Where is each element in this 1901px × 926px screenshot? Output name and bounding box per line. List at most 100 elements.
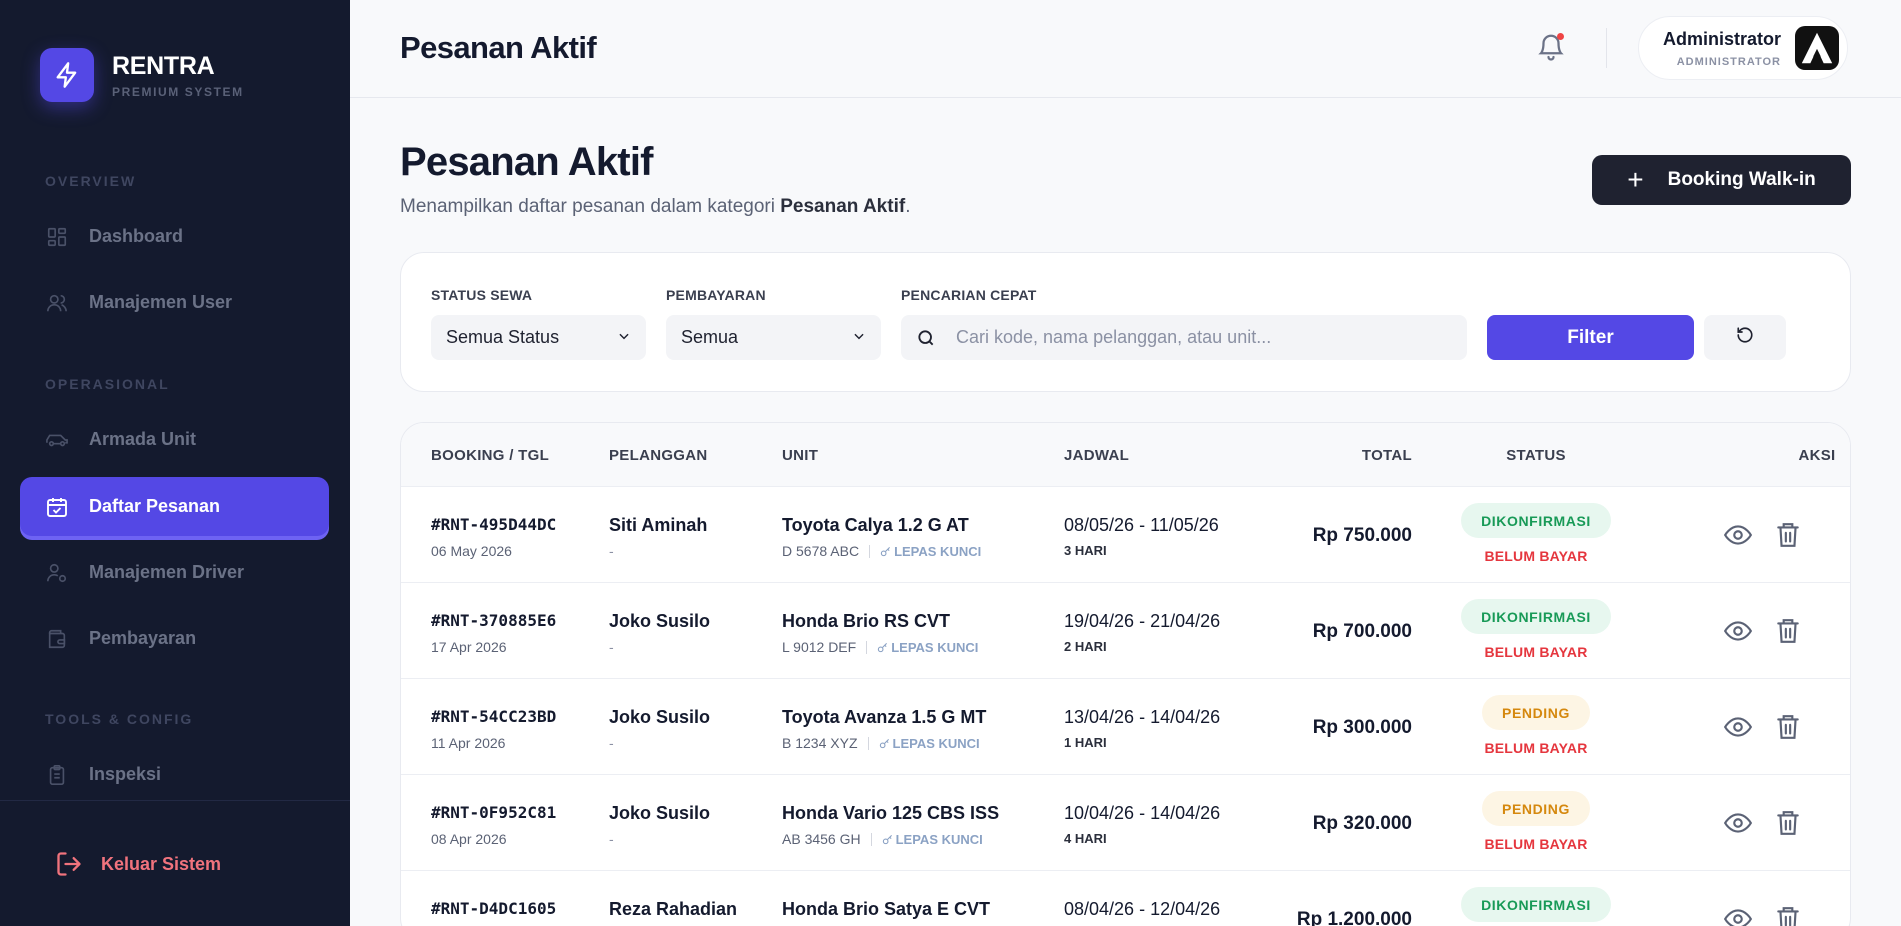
view-eye-icon[interactable] [1723, 907, 1753, 926]
customer-name: Siti Aminah [609, 515, 708, 535]
key-icon [880, 546, 894, 557]
payment-status: BELUM BAYAR [1484, 644, 1588, 660]
user-profile[interactable]: Administrator ADMINISTRATOR [1638, 16, 1848, 80]
booking-code[interactable]: #RNT-54CC23BD [431, 707, 556, 726]
filter-panel: STATUS SEWA Semua Status PEMBAYARAN Semu… [400, 252, 1851, 392]
table-row[interactable]: #RNT-54CC23BD 11 Apr 2026 Joko Susilo - Toyo… [401, 679, 1850, 775]
delete-trash-icon[interactable] [1775, 521, 1801, 549]
page-title: Pesanan Aktif [400, 140, 653, 184]
order-total: Rp 1.200.000 [1296, 909, 1412, 926]
customer-sub: - [609, 831, 614, 847]
status-cell: DIKONFIRMASI [1431, 887, 1641, 922]
section-operasional: OPERASIONAL [45, 376, 170, 392]
delete-trash-icon[interactable] [1775, 713, 1801, 741]
status-badge: PENDING [1482, 791, 1590, 826]
calendar-check-icon [45, 495, 69, 519]
lightning-icon [40, 48, 94, 102]
unit-details: L 9012 DEF LEPAS KUNCI [782, 639, 978, 655]
status-select[interactable]: Semua Status [431, 315, 646, 360]
separator [866, 640, 868, 654]
unit-name: Toyota Avanza 1.5 G MT [782, 707, 987, 727]
table-row[interactable]: #RNT-0F952C81 08 Apr 2026 Joko Susilo - Hond… [401, 775, 1850, 871]
status-badge: PENDING [1482, 695, 1590, 730]
sidebar-item-users[interactable]: Manajemen User [20, 273, 329, 332]
chevron-down-icon [617, 327, 631, 348]
unit-name: Honda Brio RS CVT [782, 611, 951, 631]
status-cell: PENDING BELUM BAYAR [1431, 695, 1641, 756]
customer-name: Joko Susilo [609, 803, 711, 823]
rental-days: 3 HARI [1064, 543, 1107, 558]
schedule-range: 08/04/26 - 12/04/26 [1064, 899, 1221, 919]
status-select-value: Semua Status [446, 327, 560, 347]
sidebar-item-label: Inspeksi [89, 764, 162, 784]
avatar [1795, 26, 1839, 70]
sidebar-item-label: Armada Unit [89, 429, 197, 449]
view-eye-icon[interactable] [1723, 811, 1753, 835]
delete-trash-icon[interactable] [1775, 905, 1801, 926]
col-aksi: AKSI [1798, 447, 1836, 464]
brand-name: RENTRA [112, 51, 215, 80]
booking-code[interactable]: #RNT-0F952C81 [431, 803, 556, 822]
view-eye-icon[interactable] [1723, 523, 1753, 547]
sidebar: RENTRA PREMIUM SYSTEM OVERVIEW Dashboard… [0, 0, 350, 926]
delete-trash-icon[interactable] [1775, 617, 1801, 645]
key-icon [882, 834, 896, 845]
section-tools: TOOLS & CONFIG [45, 711, 194, 727]
unit-details: D 5678 ABC LEPAS KUNCI [782, 543, 981, 559]
brand[interactable]: RENTRA PREMIUM SYSTEM [40, 48, 244, 102]
rental-days: 1 HARI [1064, 735, 1107, 750]
order-total: Rp 700.000 [1312, 621, 1412, 642]
reset-button[interactable] [1704, 315, 1786, 360]
notification-bell-icon[interactable] [1536, 32, 1566, 62]
table-header: BOOKING / TGL PELANGGAN UNIT JADWAL TOTA… [401, 423, 1850, 487]
rental-days: 2 HARI [1064, 639, 1107, 654]
user-role: ADMINISTRATOR [1676, 55, 1781, 68]
sidebar-item-driver[interactable]: Manajemen Driver [20, 543, 329, 602]
booking-walkin-button[interactable]: + Booking Walk-in [1592, 155, 1851, 205]
sidebar-item-armada[interactable]: Armada Unit [20, 410, 329, 469]
status-filter-label: STATUS SEWA [431, 287, 533, 303]
booking-date: 06 May 2026 [431, 543, 512, 559]
booking-code[interactable]: #RNT-D4DC1605 [431, 899, 556, 918]
wallet-icon [45, 627, 69, 651]
view-eye-icon[interactable] [1723, 619, 1753, 643]
delete-trash-icon[interactable] [1775, 809, 1801, 837]
table-row[interactable]: #RNT-370885E6 17 Apr 2026 Joko Susilo - Hond… [401, 583, 1850, 679]
car-icon [45, 428, 69, 452]
sidebar-item-label: Manajemen User [89, 292, 233, 312]
booking-code[interactable]: #RNT-495D44DC [431, 515, 556, 534]
separator [870, 832, 872, 846]
rental-days: 4 HARI [1064, 831, 1107, 846]
table-row[interactable]: #RNT-D4DC1605 Reza Rahadian Honda Brio Sat… [401, 871, 1850, 926]
customer-sub: - [609, 543, 614, 559]
search-filter-label: PENCARIAN CEPAT [901, 287, 1037, 303]
sidebar-item-dashboard[interactable]: Dashboard [20, 207, 329, 266]
separator [869, 544, 871, 558]
page-description: Menampilkan daftar pesanan dalam kategor… [400, 196, 910, 218]
view-eye-icon[interactable] [1723, 715, 1753, 739]
booking-date: 08 Apr 2026 [431, 831, 507, 847]
booking-code[interactable]: #RNT-370885E6 [431, 611, 556, 630]
payment-select-value: Semua [681, 327, 739, 347]
orders-table: BOOKING / TGL PELANGGAN UNIT JADWAL TOTA… [400, 422, 1851, 926]
payment-select[interactable]: Semua [666, 315, 881, 360]
key-type: LEPAS KUNCI [879, 736, 980, 751]
user-name: Administrator [1662, 28, 1781, 49]
filter-button[interactable]: Filter [1487, 315, 1694, 360]
key-label: LEPAS KUNCI [895, 831, 983, 847]
clipboard-icon [45, 763, 69, 787]
col-pelanggan: PELANGGAN [609, 447, 708, 464]
sidebar-item-inspeksi[interactable]: Inspeksi [20, 745, 329, 804]
key-icon [877, 642, 891, 653]
search-input[interactable]: Cari kode, nama pelanggan, atau unit... [901, 315, 1467, 360]
sidebar-item-pembayaran[interactable]: Pembayaran [20, 609, 329, 668]
status-badge: DIKONFIRMASI [1461, 599, 1611, 634]
sidebar-item-daftar-pesanan[interactable]: Daftar Pesanan [20, 477, 329, 536]
topbar: Pesanan Aktif Administrator ADMINISTRATO… [350, 0, 1901, 98]
customer-name: Joko Susilo [609, 707, 711, 727]
search-placeholder: Cari kode, nama pelanggan, atau unit... [956, 327, 1272, 347]
customer-name: Joko Susilo [609, 611, 711, 631]
sidebar-divider [0, 800, 350, 801]
logout-button[interactable]: Keluar Sistem [55, 850, 221, 878]
table-row[interactable]: #RNT-495D44DC 06 May 2026 Siti Aminah - Toyo… [401, 487, 1850, 583]
